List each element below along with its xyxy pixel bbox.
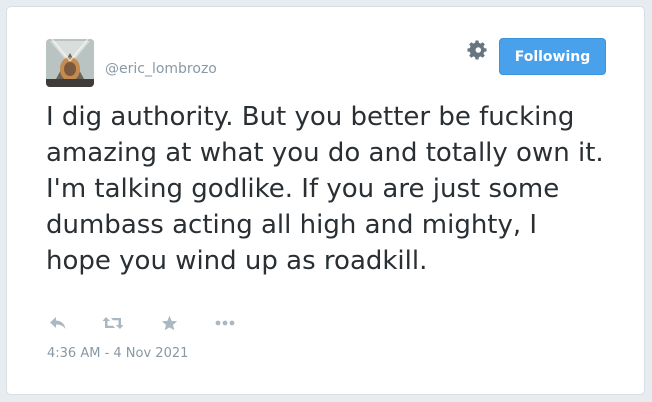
tweet-actions (46, 311, 266, 335)
gear-icon[interactable] (466, 39, 488, 61)
favorite-icon[interactable] (157, 311, 181, 335)
tweet-text: I dig authority. But you better be fucki… (46, 102, 604, 276)
user-handle[interactable]: @eric_lombrozo (105, 61, 217, 77)
retweet-icon[interactable] (101, 311, 125, 335)
tweet-card: @eric_lombrozo Following I dig authority… (6, 6, 645, 395)
reply-icon[interactable] (46, 311, 70, 335)
avatar[interactable] (46, 39, 94, 87)
following-button[interactable]: Following (499, 38, 606, 75)
more-icon[interactable] (213, 311, 237, 335)
tweet-timestamp[interactable]: 4:36 AM - 4 Nov 2021 (47, 346, 188, 361)
